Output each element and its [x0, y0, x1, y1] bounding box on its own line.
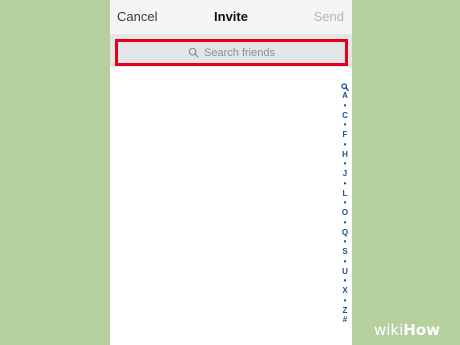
index-letter[interactable]: L [343, 189, 348, 199]
index-dot[interactable]: • [344, 218, 347, 228]
index-letter[interactable]: Q [342, 228, 348, 238]
watermark-how: How [403, 321, 441, 339]
index-search-icon[interactable] [341, 83, 349, 91]
index-dot[interactable]: • [344, 159, 347, 169]
index-dot[interactable]: • [344, 120, 347, 130]
nav-bar: Cancel Invite Send [110, 0, 352, 34]
send-button[interactable]: Send [314, 9, 344, 24]
index-letter[interactable]: X [342, 286, 347, 296]
wikihow-watermark: wikiHow [374, 321, 440, 339]
index-dot[interactable]: • [344, 198, 347, 208]
index-letter[interactable]: A [342, 91, 348, 101]
search-bar-area: Search friends [110, 34, 352, 67]
index-dot[interactable]: • [344, 140, 347, 150]
phone-screen: Cancel Invite Send Search friends A • C • F •… [110, 0, 352, 345]
index-letter[interactable]: # [343, 315, 347, 325]
search-placeholder: Search friends [204, 46, 275, 59]
section-index[interactable]: A • C • F • H • J • L • O • Q • S • U • X • Z # [338, 82, 352, 325]
watermark-wiki: wiki [374, 321, 404, 339]
index-dot[interactable]: • [344, 257, 347, 267]
index-dot[interactable]: • [344, 296, 347, 306]
index-letter[interactable]: Z [343, 306, 348, 316]
index-letter[interactable]: J [343, 169, 347, 179]
index-letter[interactable]: C [342, 111, 348, 121]
index-letter[interactable]: O [342, 208, 348, 218]
index-dot[interactable]: • [344, 237, 347, 247]
index-dot[interactable]: • [344, 276, 347, 286]
index-dot[interactable]: • [344, 179, 347, 189]
index-letter[interactable]: U [342, 267, 348, 277]
search-input[interactable]: Search friends [115, 39, 348, 66]
index-dot[interactable]: • [344, 101, 347, 111]
search-icon [188, 47, 199, 58]
index-letter[interactable]: F [343, 130, 348, 140]
index-letter[interactable]: S [342, 247, 347, 257]
index-letter[interactable]: H [342, 150, 348, 160]
